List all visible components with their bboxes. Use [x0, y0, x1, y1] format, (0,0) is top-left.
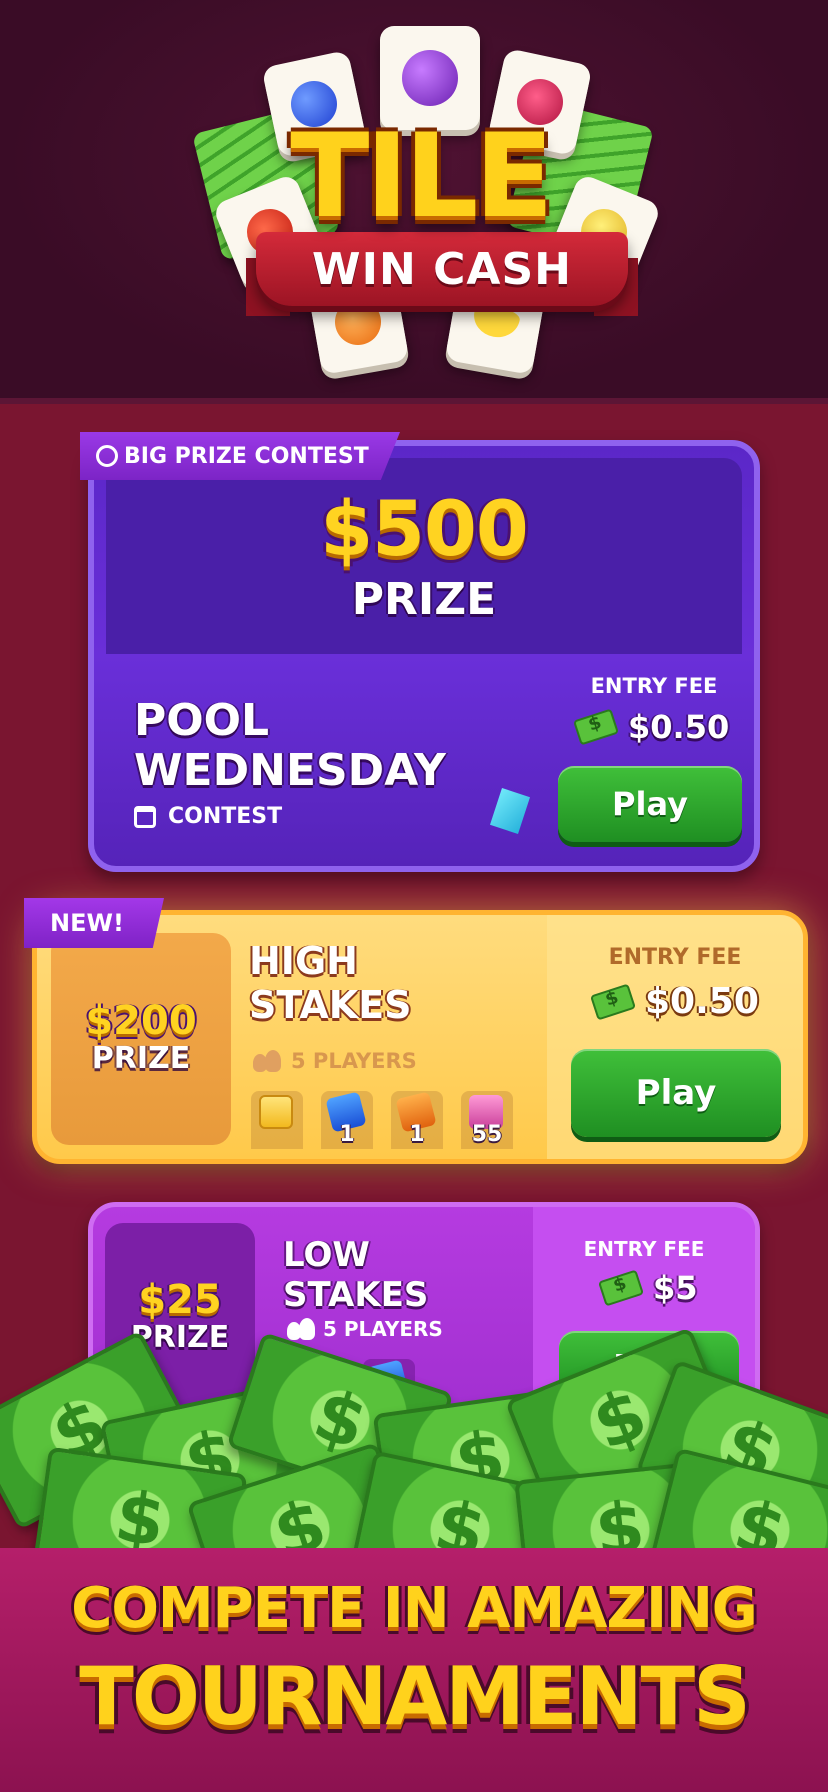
contest-tag: CONTEST [134, 804, 282, 829]
cash-bill-icon [572, 708, 620, 746]
contest-card[interactable]: $500 PRIZE POOL WEDNESDAY CONTEST ENTRY … [88, 440, 760, 872]
high-stakes-players-label: 5 PLAYERS [291, 1049, 417, 1073]
high-stakes-prize-amount: $200 [85, 998, 197, 1044]
high-stakes-card[interactable]: $200 PRIZE HIGH STAKES 5 PLAYERS 1 1 55 … [32, 910, 808, 1164]
header-divider [0, 398, 828, 404]
low-stakes-entry-fee: $5 [597, 1269, 698, 1307]
reward-count: 1 [339, 1122, 355, 1147]
contest-tag-label: CONTEST [168, 804, 283, 829]
reward-item [251, 1091, 303, 1149]
reward-item: 1 [321, 1091, 373, 1149]
big-prize-contest-ribbon: BIG PRIZE CONTEST [80, 432, 400, 480]
contest-title: POOL WEDNESDAY [134, 696, 494, 796]
contest-prize-label: PRIZE [351, 574, 497, 625]
high-stakes-entry-fee: $0.50 [589, 981, 759, 1022]
low-stakes-title: LOW STAKES [283, 1235, 523, 1315]
logo-title: TILE [290, 109, 553, 244]
cash-bill-icon [597, 1269, 645, 1307]
low-stakes-title-line2: STAKES [283, 1275, 429, 1315]
contest-play-button[interactable]: Play [558, 766, 742, 842]
ribbon-label: BIG PRIZE CONTEST [124, 443, 369, 469]
high-stakes-title: HIGH STAKES [249, 939, 509, 1027]
contest-entry-fee-label: ENTRY FEE [590, 674, 718, 698]
low-stakes-entry-fee-label: ENTRY FEE [583, 1237, 705, 1261]
contest-title-line2: WEDNESDAY [134, 745, 446, 796]
high-stakes-players: 5 PLAYERS [251, 1049, 417, 1073]
cash-bill-icon [589, 982, 637, 1021]
high-stakes-prize-label: PRIZE [91, 1041, 191, 1076]
players-icon [251, 1050, 281, 1072]
high-stakes-prize-box: $200 PRIZE [51, 933, 231, 1145]
cash-pile-decoration [0, 1330, 828, 1560]
gold-card-icon [259, 1095, 293, 1129]
reward-item: 1 [391, 1091, 443, 1149]
logo-subtitle: WIN CASH [312, 243, 572, 295]
new-badge: NEW! [24, 898, 164, 948]
contest-entry-fee-value: $0.50 [628, 708, 730, 746]
high-stakes-title-line1: HIGH [249, 939, 358, 983]
low-stakes-title-line1: LOW [283, 1235, 370, 1275]
reward-count: 55 [471, 1122, 503, 1147]
promo-headline-line1: COMPETE IN AMAZING [71, 1576, 758, 1641]
high-stakes-title-line2: STAKES [249, 983, 412, 1027]
high-stakes-entry-fee-value: $0.50 [645, 981, 759, 1022]
contest-title-line1: POOL [134, 695, 270, 746]
new-badge-label: NEW! [50, 909, 124, 937]
promo-banner: COMPETE IN AMAZING TOURNAMENTS [0, 1548, 828, 1792]
high-stakes-play-button[interactable]: Play [571, 1049, 781, 1137]
low-stakes-prize-amount: $25 [138, 1277, 222, 1323]
promo-headline-line2: TOURNAMENTS [79, 1650, 750, 1743]
high-stakes-entry-fee-label: ENTRY FEE [608, 945, 742, 970]
trophy-icon [96, 445, 118, 467]
calendar-icon [134, 805, 156, 828]
reward-item: 55 [461, 1091, 513, 1149]
header: WIN CASH TILE [0, 0, 828, 400]
contest-prize-amount: $500 [320, 484, 529, 573]
contest-entry-fee: $0.50 [572, 708, 730, 746]
low-stakes-entry-fee-value: $5 [653, 1269, 698, 1307]
gem-icon [490, 788, 530, 834]
high-stakes-rewards: 1 1 55 [251, 1091, 513, 1149]
reward-count: 1 [409, 1122, 425, 1147]
